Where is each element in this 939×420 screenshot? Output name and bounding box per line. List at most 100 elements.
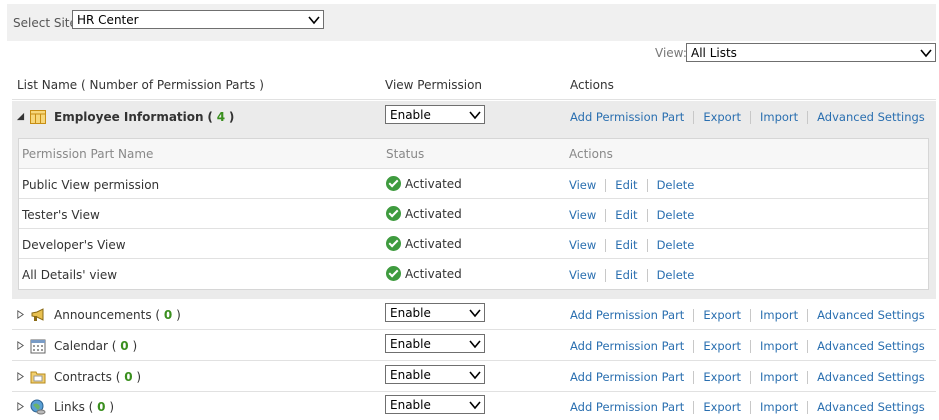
import-link[interactable]: Import xyxy=(760,110,798,124)
permission-part-count: 4 xyxy=(216,110,226,124)
row-divider xyxy=(12,360,936,361)
separator xyxy=(693,340,695,353)
delete-link[interactable]: Delete xyxy=(657,238,695,252)
list-name-text: Contracts xyxy=(54,370,112,384)
advanced-settings-link[interactable]: Advanced Settings xyxy=(817,110,925,124)
globe-link-icon xyxy=(30,399,46,415)
edit-link[interactable]: Edit xyxy=(615,178,637,192)
view-select-value: All Lists xyxy=(691,46,737,60)
list-name[interactable]: Employee Information ( 4 ) xyxy=(54,110,234,124)
check-circle-icon xyxy=(386,266,401,281)
view-permission-select[interactable]: Enable xyxy=(385,105,485,124)
chevron-down-icon xyxy=(308,16,320,25)
view-permission-select[interactable]: Enable xyxy=(385,303,485,322)
view-link[interactable]: View xyxy=(569,178,596,192)
table-icon xyxy=(30,110,46,124)
permission-parts-header: Permission Part Name Status Actions xyxy=(19,139,928,169)
status-text: Activated xyxy=(405,206,462,221)
expand-triangle-icon[interactable] xyxy=(16,372,25,381)
delete-link[interactable]: Delete xyxy=(657,268,695,282)
expand-triangle-icon[interactable] xyxy=(16,402,25,411)
site-select-value: HR Center xyxy=(77,13,139,27)
separator xyxy=(749,111,751,124)
list-row-contracts: Contracts ( 0 ) Enable Add Permission Pa… xyxy=(12,362,936,392)
separator xyxy=(693,111,695,124)
advanced-settings-link[interactable]: Advanced Settings xyxy=(817,339,925,353)
advanced-settings-link[interactable]: Advanced Settings xyxy=(817,400,925,414)
header-divider xyxy=(12,99,936,100)
site-label: Select Site: xyxy=(13,16,81,30)
permission-part-row: Tester's View Activated View Edit Delete xyxy=(19,199,928,229)
row-actions: View Edit Delete xyxy=(569,178,694,192)
delete-link[interactable]: Delete xyxy=(657,178,695,192)
import-link[interactable]: Import xyxy=(760,308,798,322)
view-permission-value: Enable xyxy=(390,337,431,351)
permission-part-row: Public View permission Activated View Edi… xyxy=(19,169,928,199)
status-text: Activated xyxy=(405,236,462,251)
view-select[interactable]: All Lists xyxy=(686,43,936,62)
view-permission-select[interactable]: Enable xyxy=(385,365,485,384)
chevron-down-icon xyxy=(469,401,481,410)
chevron-down-icon xyxy=(920,49,932,58)
status-badge: Activated xyxy=(386,266,462,281)
view-permission-value: Enable xyxy=(390,398,431,412)
list-name[interactable]: Announcements ( 0 ) xyxy=(54,308,181,322)
export-link[interactable]: Export xyxy=(703,400,741,414)
list-name[interactable]: Links ( 0 ) xyxy=(54,400,114,414)
view-link[interactable]: View xyxy=(569,268,596,282)
status-badge: Activated xyxy=(386,176,462,191)
list-name-text: Announcements xyxy=(54,308,152,322)
add-permission-part-link[interactable]: Add Permission Part xyxy=(570,308,684,322)
row-divider xyxy=(12,329,936,330)
permission-part-row: Developer's View Activated View Edit Delet… xyxy=(19,229,928,259)
calendar-icon xyxy=(30,339,46,354)
separator xyxy=(749,340,751,353)
view-permission-select[interactable]: Enable xyxy=(385,395,485,414)
delete-link[interactable]: Delete xyxy=(657,208,695,222)
expand-triangle-icon[interactable] xyxy=(16,341,25,350)
list-row-calendar: Calendar ( 0 ) Enable Add Permission Par… xyxy=(12,331,936,361)
import-link[interactable]: Import xyxy=(760,400,798,414)
export-link[interactable]: Export xyxy=(703,308,741,322)
permission-parts-table: Permission Part Name Status Actions Publ… xyxy=(18,138,929,290)
add-permission-part-link[interactable]: Add Permission Part xyxy=(570,370,684,384)
view-link[interactable]: View xyxy=(569,208,596,222)
add-permission-part-link[interactable]: Add Permission Part xyxy=(570,400,684,414)
megaphone-icon xyxy=(31,308,44,321)
site-select[interactable]: HR Center xyxy=(72,10,324,29)
list-name[interactable]: Calendar ( 0 ) xyxy=(54,339,137,353)
separator xyxy=(605,179,607,192)
collapse-triangle-icon[interactable] xyxy=(16,112,25,121)
import-link[interactable]: Import xyxy=(760,339,798,353)
permission-part-count: 0 xyxy=(124,370,133,384)
permission-part-name: Tester's View xyxy=(22,208,100,222)
permission-part-count: 0 xyxy=(163,308,173,322)
edit-link[interactable]: Edit xyxy=(615,238,637,252)
edit-link[interactable]: Edit xyxy=(615,268,637,282)
separator xyxy=(646,239,648,252)
separator xyxy=(749,309,751,322)
advanced-settings-link[interactable]: Advanced Settings xyxy=(817,370,925,384)
view-link[interactable]: View xyxy=(569,238,596,252)
chevron-down-icon xyxy=(469,340,481,349)
export-link[interactable]: Export xyxy=(703,110,741,124)
separator xyxy=(605,209,607,222)
add-permission-part-link[interactable]: Add Permission Part xyxy=(570,339,684,353)
permission-part-name: All Details' view xyxy=(22,268,118,282)
separator xyxy=(693,371,695,384)
separator xyxy=(807,309,809,322)
column-header-list-name: List Name ( Number of Permission Parts ) xyxy=(17,78,264,92)
import-link[interactable]: Import xyxy=(760,370,798,384)
export-link[interactable]: Export xyxy=(703,339,741,353)
export-link[interactable]: Export xyxy=(703,370,741,384)
expand-triangle-icon[interactable] xyxy=(16,310,25,319)
view-permission-value: Enable xyxy=(390,306,431,320)
separator xyxy=(807,111,809,124)
edit-link[interactable]: Edit xyxy=(615,208,637,222)
list-actions: Add Permission Part Export Import Advanced … xyxy=(570,400,925,414)
view-permission-select[interactable]: Enable xyxy=(385,334,485,353)
advanced-settings-link[interactable]: Advanced Settings xyxy=(817,308,925,322)
list-name[interactable]: Contracts ( 0 ) xyxy=(54,370,141,384)
add-permission-part-link[interactable]: Add Permission Part xyxy=(570,110,684,124)
permission-part-name: Developer's View xyxy=(22,238,126,252)
